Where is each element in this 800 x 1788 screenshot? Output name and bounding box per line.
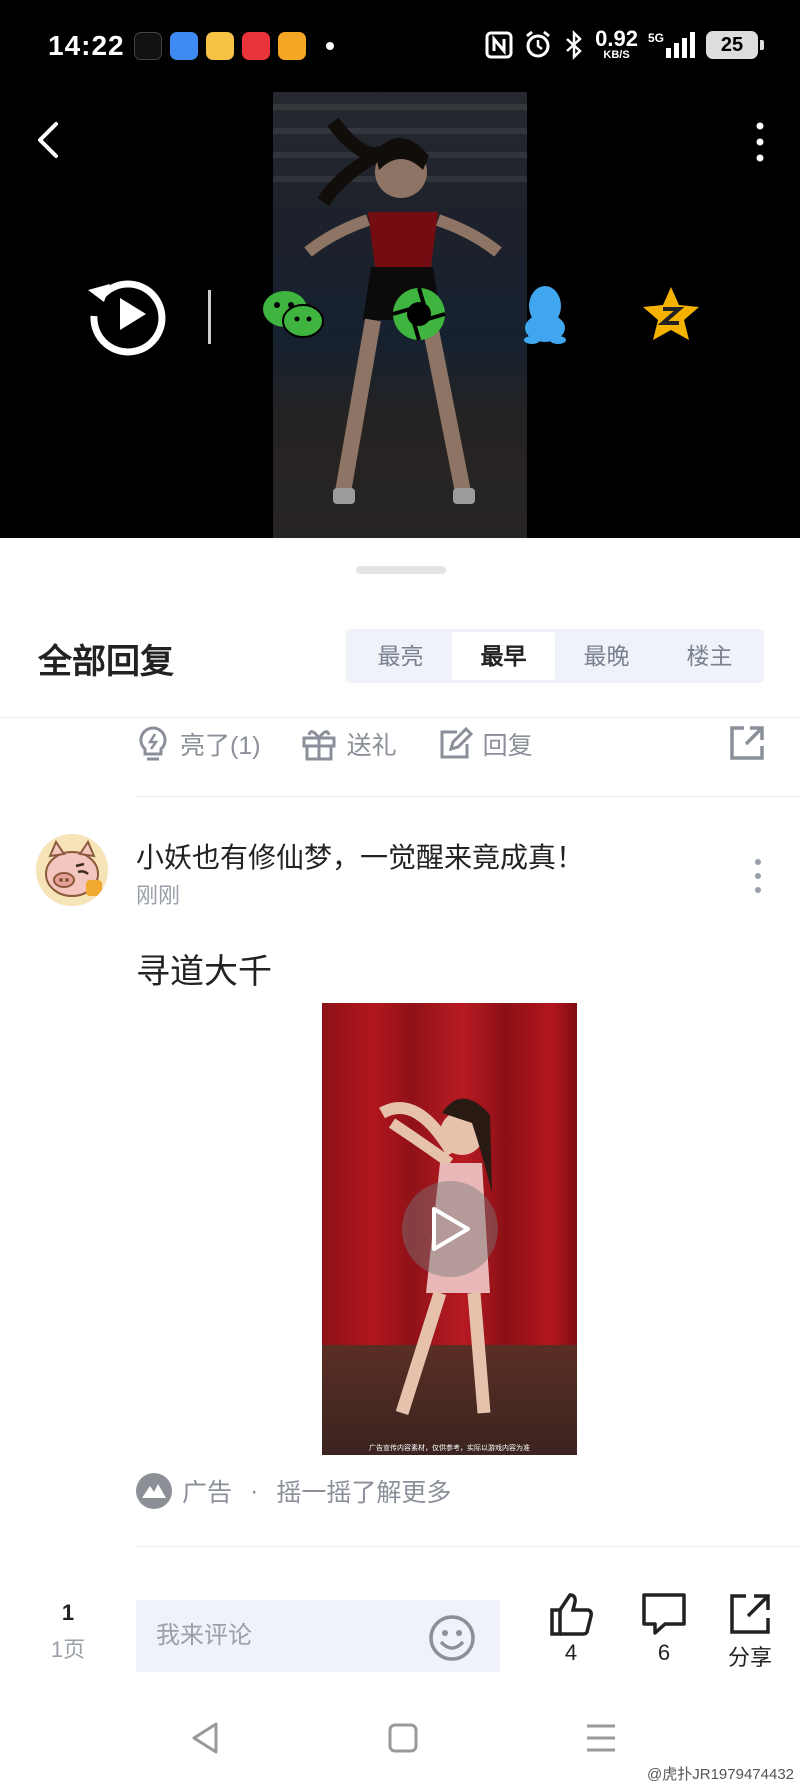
post-body: 寻道大千 [136, 953, 272, 991]
share-row [0, 264, 800, 384]
qzone-icon [643, 287, 699, 340]
page-indicator[interactable]: 1 1页 [40, 1600, 96, 1664]
post-action-row: 亮了(1) 送礼 回复 [136, 714, 766, 774]
share-qzone-button[interactable] [621, 264, 721, 364]
wechat-icon [263, 291, 324, 338]
browser-app-icon [170, 32, 198, 60]
lightbulb-icon [139, 726, 167, 761]
share-icon [730, 1594, 770, 1634]
video-app-icon-2 [278, 32, 306, 60]
nav-home-icon[interactable] [383, 1718, 423, 1758]
like-count: 4 [564, 1640, 578, 1665]
video-app-icon [242, 32, 270, 60]
battery-indicator: 25 [706, 30, 764, 59]
qq-icon [524, 286, 566, 344]
ad-label: 广告 [182, 1479, 233, 1507]
tab-op-only[interactable]: 楼主 [658, 632, 761, 680]
ad-video-caption: 广告宣传内容素材，仅供参考，实际以游戏内容为准 [369, 1445, 530, 1452]
light-button[interactable]: 亮了(1) [136, 725, 261, 763]
sort-tabs: 最亮 最早 最晚 楼主 [346, 629, 764, 683]
alarm-icon [526, 30, 551, 57]
thumbs-up-icon [550, 1593, 593, 1636]
comment-count: 6 [657, 1640, 671, 1665]
comment-button[interactable]: 6 [629, 1592, 699, 1666]
post-more-icon[interactable] [754, 856, 762, 896]
replay-icon [88, 280, 166, 356]
comment-sheet: 全部回复 最亮 最早 最晚 楼主 亮了(1) 送礼 回复 小妖也有修仙梦，一觉醒… [0, 538, 800, 1788]
gift-icon [302, 730, 336, 761]
share-moments-button[interactable] [369, 264, 469, 364]
status-time: 14:22 [48, 30, 125, 61]
more-notifications-icon [326, 42, 334, 50]
external-share-icon[interactable] [728, 724, 766, 762]
gift-label: 送礼 [346, 732, 397, 760]
nfc-icon [485, 31, 513, 58]
signal-bars-icon [666, 31, 695, 58]
comments-title: 全部回复 [38, 643, 174, 681]
bluetooth-icon [566, 29, 582, 60]
weibo-icon [206, 32, 234, 60]
comment-bubble-icon [642, 1593, 686, 1635]
nav-menu-icon[interactable] [581, 1718, 621, 1758]
edit-icon [440, 727, 473, 759]
action-divider [136, 796, 800, 797]
post-time: 刚刚 [136, 883, 181, 908]
like-button[interactable]: 4 [536, 1592, 606, 1666]
avatar[interactable] [36, 834, 108, 906]
bottom-bar: 1 1页 4 6 分享 [0, 1588, 800, 1678]
nav-back-icon[interactable] [186, 1718, 226, 1758]
ad-cta[interactable]: 摇一摇了解更多 [276, 1473, 451, 1509]
reply-label: 回复 [482, 732, 533, 760]
tab-earliest[interactable]: 最早 [452, 632, 555, 680]
system-nav-bar: @虎扑JR1979474432 [0, 1698, 800, 1788]
play-button[interactable] [402, 1181, 498, 1277]
notification-icons [134, 32, 334, 60]
back-button[interactable] [30, 120, 70, 160]
share-button[interactable]: 分享 [715, 1592, 785, 1672]
tiktok-icon [134, 32, 162, 60]
signal-indicator: 5G [648, 31, 696, 58]
moments-icon [392, 287, 446, 341]
status-bar: 14:22 0.92 KB/S 5G 25 [0, 0, 800, 92]
ad-video[interactable]: 广告宣传内容素材，仅供参考，实际以游戏内容为准 [322, 1003, 577, 1455]
pig-avatar-icon [36, 834, 108, 906]
ad-info-row: 广告 · 摇一摇了解更多 [136, 1473, 451, 1509]
video-player[interactable] [0, 92, 800, 538]
more-options-button[interactable] [750, 120, 770, 164]
emoji-icon[interactable] [428, 1614, 476, 1662]
status-right: 0.92 KB/S 5G 25 [485, 26, 764, 61]
replay-button[interactable] [78, 264, 178, 364]
light-count-label: 亮了(1) [180, 732, 261, 760]
share-label: 分享 [727, 1645, 772, 1670]
sheet-drag-handle[interactable] [356, 566, 446, 574]
tab-brightest[interactable]: 最亮 [349, 632, 452, 680]
tab-latest[interactable]: 最晚 [555, 632, 658, 680]
ad-logo-icon [136, 1473, 172, 1509]
reply-button[interactable]: 回复 [437, 726, 533, 762]
share-wechat-button[interactable] [243, 264, 343, 364]
ad-separator: · [250, 1476, 259, 1505]
gift-button[interactable]: 送礼 [301, 726, 397, 762]
watermark: @虎扑JR1979474432 [647, 1766, 794, 1783]
ad-divider [136, 1546, 800, 1547]
share-qq-button[interactable] [495, 264, 595, 364]
net-speed: 0.92 KB/S [595, 26, 638, 61]
play-icon [432, 1207, 470, 1251]
share-divider [208, 290, 211, 344]
post-author-name[interactable]: 小妖也有修仙梦，一觉醒来竟成真！ [136, 836, 584, 876]
